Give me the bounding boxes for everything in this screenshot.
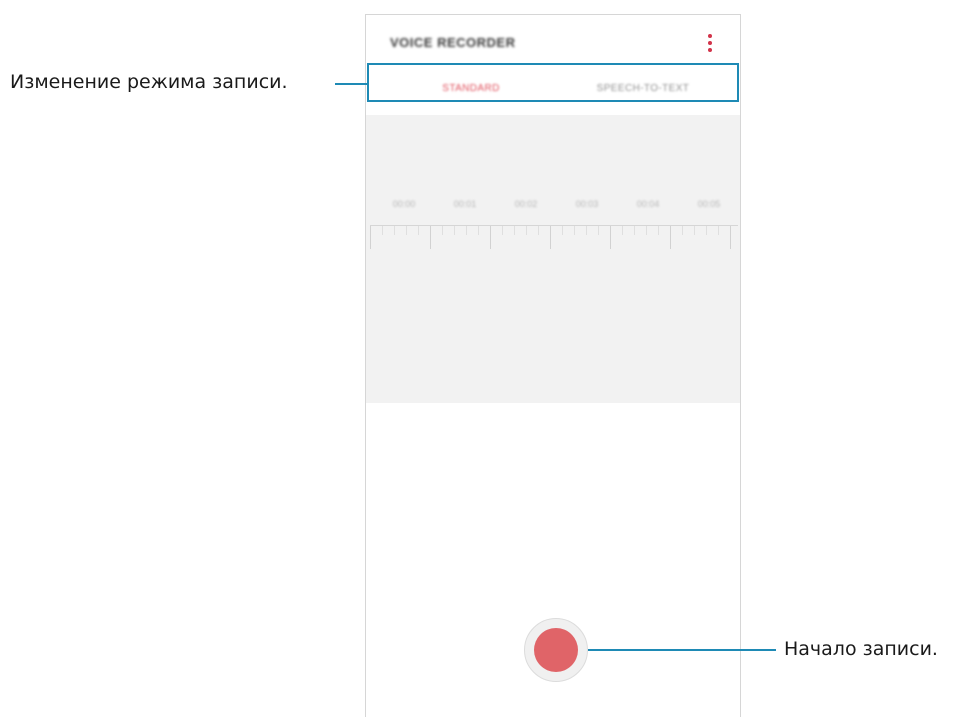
timeline-label: 00:03: [575, 199, 599, 209]
menu-dot: [708, 41, 712, 45]
record-button[interactable]: [524, 618, 588, 682]
waveform-area: 00:00 00:01 00:02 00:03 00:04 00:05: [366, 115, 740, 403]
timeline-label: 00:00: [392, 199, 416, 209]
menu-dot: [708, 48, 712, 52]
more-options-icon[interactable]: [703, 33, 717, 53]
callout-mode-change: Изменение режима записи.: [10, 71, 288, 93]
callout-line-record: [588, 649, 776, 651]
timeline-label: 00:05: [697, 199, 721, 209]
timeline-ruler: [370, 225, 738, 251]
menu-dot: [708, 34, 712, 38]
callout-box-tabs: [367, 63, 739, 102]
callout-line-tabs: [335, 83, 367, 85]
timeline: 00:00 00:01 00:02 00:03 00:04 00:05: [384, 199, 734, 213]
timeline-label: 00:04: [636, 199, 660, 209]
phone-screen: VOICE RECORDER STANDARD SPEECH-TO-TEXT 0…: [365, 14, 741, 717]
timeline-label: 00:02: [514, 199, 538, 209]
app-title: VOICE RECORDER: [390, 35, 516, 50]
record-icon: [534, 628, 578, 672]
timeline-label: 00:01: [453, 199, 477, 209]
callout-start-recording: Начало записи.: [784, 638, 938, 660]
